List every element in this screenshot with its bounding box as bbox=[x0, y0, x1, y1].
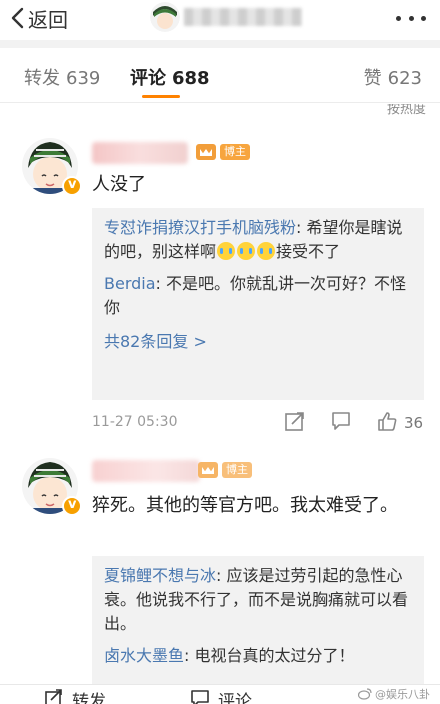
tab-repost-label: 转发 bbox=[24, 68, 60, 89]
more-dot-icon bbox=[421, 15, 426, 21]
repost-button[interactable]: 转发 bbox=[44, 687, 106, 704]
chevron-left-icon bbox=[11, 7, 24, 29]
commenter-name-obscured[interactable] bbox=[92, 142, 188, 164]
reply-text-tail: 接受不了 bbox=[276, 242, 341, 261]
tab-repost[interactable]: 转发 639 bbox=[24, 64, 100, 90]
weibo-logo-icon bbox=[358, 688, 372, 700]
commenter-avatar[interactable] bbox=[22, 458, 82, 516]
more-dot-icon bbox=[408, 15, 414, 21]
watermark: @娱乐八卦 bbox=[358, 686, 430, 702]
repost-button-label: 转发 bbox=[72, 692, 106, 704]
reply-item: 卤水大墨鱼: 电视台真的太过分了！ bbox=[104, 644, 412, 668]
tab-like-count: 623 bbox=[387, 68, 422, 89]
share-icon[interactable] bbox=[284, 410, 306, 432]
author-name-obscured bbox=[184, 8, 302, 26]
tab-comment-label: 评论 bbox=[130, 68, 166, 89]
view-all-replies-link[interactable]: 共82条回复 > bbox=[104, 328, 412, 352]
reply-author-link[interactable]: 专怼诈捐撩汉打手机脑残粉 bbox=[104, 218, 296, 237]
back-button[interactable]: 返回 bbox=[10, 2, 68, 34]
verified-badge-icon bbox=[62, 496, 82, 516]
comment-button[interactable]: 评论 bbox=[190, 687, 252, 704]
comment-text: 猝死。其他的等官方吧。我太难受了。 bbox=[92, 495, 398, 516]
crying-emoji-icon bbox=[217, 242, 236, 260]
reply-colon: : bbox=[296, 218, 307, 237]
reply-box[interactable]: 夏锦鲤不想与冰: 应该是过劳引起的急性心衰。他说我不行了，而不是说胸痛就可以看出… bbox=[92, 556, 424, 704]
comment-meta-row: 11-27 05:30 36 bbox=[92, 410, 428, 436]
reply-colon: : bbox=[155, 274, 167, 293]
section-divider bbox=[0, 40, 440, 48]
comment-timestamp: 11-27 05:30 bbox=[92, 414, 178, 430]
comment-text: 人没了 bbox=[92, 174, 146, 195]
watermark-text: @娱乐八卦 bbox=[375, 688, 430, 701]
commenter-avatar[interactable] bbox=[22, 138, 82, 196]
reply-author-link[interactable]: Berdia bbox=[104, 274, 156, 293]
reply-box[interactable]: 专怼诈捐撩汉打手机脑残粉: 希望你是瞎说的吧，别这样啊 接受不了 Berdia: … bbox=[92, 208, 424, 400]
commenter-name-obscured[interactable] bbox=[92, 460, 200, 482]
reply-author-link[interactable]: 卤水大墨鱼 bbox=[104, 646, 184, 665]
comment-button-label: 评论 bbox=[218, 692, 252, 704]
more-options-button[interactable] bbox=[396, 8, 426, 28]
reply-colon: : bbox=[216, 566, 227, 585]
tab-repost-count: 639 bbox=[66, 68, 101, 89]
comment-icon bbox=[191, 690, 209, 704]
reply-item: Berdia: 不是吧。你就乱讲一次可好？不怪你 bbox=[104, 272, 412, 320]
reply-item: 专怼诈捐撩汉打手机脑残粉: 希望你是瞎说的吧，别这样啊 接受不了 bbox=[104, 216, 412, 264]
avatar-image bbox=[150, 2, 180, 32]
repost-icon bbox=[45, 689, 62, 704]
blogger-badge: 博主 bbox=[220, 144, 250, 160]
reply-text: 电视台真的太过分了！ bbox=[194, 646, 355, 665]
reply-colon: : bbox=[184, 646, 195, 665]
comment-like-count: 36 bbox=[404, 414, 424, 432]
back-label: 返回 bbox=[28, 7, 68, 32]
more-dot-icon bbox=[396, 15, 401, 21]
tab-comment[interactable]: 评论 688 bbox=[130, 64, 210, 90]
tab-like[interactable]: 赞 623 bbox=[364, 64, 422, 90]
author-avatar[interactable] bbox=[150, 2, 180, 32]
feedback-tabs: 转发 639 评论 688 赞 623 bbox=[0, 50, 440, 102]
verified-badge-icon bbox=[62, 176, 82, 196]
tab-like-label: 赞 bbox=[363, 68, 382, 89]
crying-emoji-icon bbox=[257, 242, 276, 260]
reply-item: 夏锦鲤不想与冰: 应该是过劳引起的急性心衰。他说我不行了，而不是说胸痛就可以看出… bbox=[104, 564, 412, 636]
top-nav-bar: 返回 bbox=[0, 0, 440, 36]
tabs-divider bbox=[0, 102, 440, 103]
blogger-badge: 博主 bbox=[222, 462, 252, 478]
reply-author-link[interactable]: 夏锦鲤不想与冰 bbox=[104, 566, 216, 585]
thumbs-up-icon[interactable] bbox=[376, 410, 398, 432]
active-tab-indicator bbox=[142, 95, 180, 98]
crown-icon bbox=[196, 144, 216, 160]
reply-icon[interactable] bbox=[330, 410, 352, 432]
crying-emoji-icon bbox=[237, 242, 256, 260]
tab-comment-count: 688 bbox=[172, 68, 210, 89]
crown-icon bbox=[198, 462, 218, 478]
